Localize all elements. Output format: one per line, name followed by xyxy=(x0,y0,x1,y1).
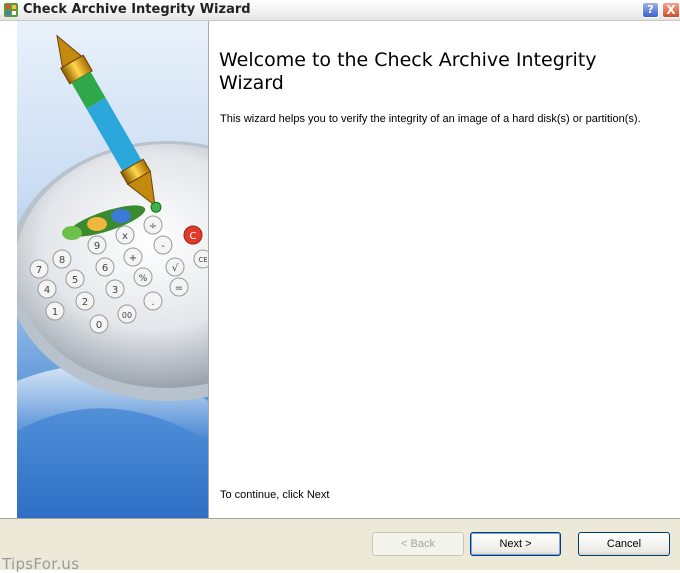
calc-key: ÷ xyxy=(143,215,163,235)
svg-text:2: 2 xyxy=(82,297,88,308)
wizard-content: Welcome to the Check Archive Integrity W… xyxy=(209,21,680,518)
svg-text:.: . xyxy=(151,297,154,308)
svg-text:4: 4 xyxy=(44,285,50,296)
calc-key: 1 xyxy=(45,301,65,321)
app-icon xyxy=(4,3,18,17)
calc-key: . xyxy=(143,291,163,311)
title-bar[interactable]: Check Archive Integrity Wizard ? X xyxy=(0,0,680,21)
svg-text:%: % xyxy=(139,274,148,284)
wizard-description: This wizard helps you to verify the inte… xyxy=(220,113,641,125)
svg-text:CE: CE xyxy=(198,256,207,264)
calc-key: 4 xyxy=(37,279,57,299)
calc-key: + xyxy=(123,247,143,267)
cancel-button[interactable]: Cancel xyxy=(578,532,670,556)
button-bar: TipsFor.us < Back Next > Cancel xyxy=(0,518,680,573)
calculator-pen-illustration: 7 8 9 x ÷ 4 5 6 + - 1 2 3 % 0 00 . = C C… xyxy=(17,34,208,441)
svg-text:x: x xyxy=(122,231,128,242)
calc-key: C xyxy=(183,225,203,245)
continue-instruction: To continue, click Next xyxy=(220,489,330,501)
left-margin xyxy=(0,21,17,518)
calc-key: 2 xyxy=(75,291,95,311)
wizard-side-image: 7 8 9 x ÷ 4 5 6 + - 1 2 3 % 0 00 . = C C… xyxy=(17,21,208,518)
wizard-window: Check Archive Integrity Wizard ? X 7 8 9… xyxy=(0,0,680,573)
svg-text:+: + xyxy=(129,253,137,264)
svg-text:=: = xyxy=(175,283,183,294)
svg-text:5: 5 xyxy=(72,275,78,286)
back-button[interactable]: < Back xyxy=(372,532,464,556)
calc-key: % xyxy=(133,267,153,287)
svg-text:8: 8 xyxy=(59,255,65,266)
svg-text:√: √ xyxy=(172,263,179,274)
calc-key: CE xyxy=(193,249,208,269)
svg-text:C: C xyxy=(190,231,197,242)
help-button[interactable]: ? xyxy=(642,2,659,18)
calc-key: 9 xyxy=(87,235,107,255)
svg-text:9: 9 xyxy=(94,241,100,252)
calc-key: 00 xyxy=(117,304,137,324)
svg-text:0: 0 xyxy=(96,320,102,331)
svg-text:÷: ÷ xyxy=(149,221,157,232)
calc-key: 6 xyxy=(95,257,115,277)
svg-text:3: 3 xyxy=(112,285,118,296)
svg-text:1: 1 xyxy=(52,307,58,318)
window-title: Check Archive Integrity Wizard xyxy=(23,2,251,17)
wizard-heading: Welcome to the Check Archive Integrity W… xyxy=(219,49,597,94)
calc-key: 5 xyxy=(65,269,85,289)
next-button[interactable]: Next > xyxy=(470,532,561,556)
calc-key: √ xyxy=(165,257,185,277)
calc-key: 3 xyxy=(105,279,125,299)
svg-text:-: - xyxy=(161,241,165,252)
calc-key: = xyxy=(169,277,189,297)
calc-key: - xyxy=(153,235,173,255)
svg-text:6: 6 xyxy=(102,263,108,274)
svg-text:00: 00 xyxy=(122,311,132,320)
calc-key: x xyxy=(115,225,135,245)
calc-key: 7 xyxy=(29,259,49,279)
watermark: TipsFor.us xyxy=(2,555,80,573)
calc-key: 0 xyxy=(89,314,109,334)
svg-text:7: 7 xyxy=(36,265,42,276)
close-button[interactable]: X xyxy=(662,2,680,18)
calc-key: 8 xyxy=(52,249,72,269)
